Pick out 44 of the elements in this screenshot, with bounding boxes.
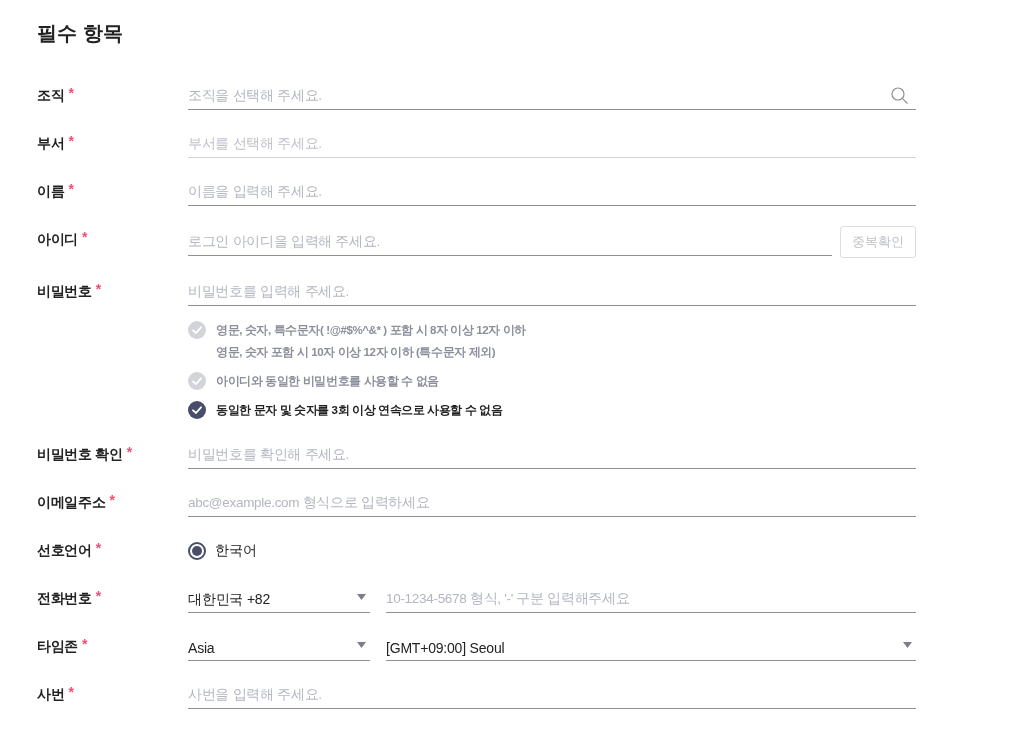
field-label: 조직 — [37, 87, 65, 105]
rule-text: 영문, 숫자 포함 시 10자 이상 12자 이하 (특수문자 제외) — [216, 345, 496, 360]
field-label: 비밀번호 — [37, 283, 92, 301]
field-label: 아이디 — [37, 231, 79, 249]
required-mark: * — [126, 444, 133, 460]
field-label: 사번 — [37, 686, 65, 704]
input-field[interactable]: 비밀번호를 입력해 주세요. — [188, 278, 916, 306]
required-mark: * — [68, 684, 74, 700]
required-mark: * — [68, 85, 74, 101]
input-field[interactable]: 이름을 입력해 주세요. — [188, 178, 916, 206]
required-mark: * — [95, 281, 102, 297]
required-mark: * — [109, 492, 115, 508]
input-field[interactable]: 사번을 입력해 주세요. — [188, 681, 916, 709]
dropdown[interactable]: Asia — [188, 633, 370, 661]
input-field[interactable]: 로그인 아이디을 입력해 주세요. — [188, 228, 832, 256]
caret-icon — [357, 642, 366, 648]
rule-text: 아이디와 동일한 비밀번호를 사용할 수 없음 — [216, 374, 439, 389]
radio-label[interactable]: 한국어 — [215, 542, 257, 560]
rule-text: 영문, 숫자, 특수문자( !@#$%^&* ) 포함 시 8자 이상 12자 이하 — [216, 323, 526, 338]
radio-button[interactable] — [188, 542, 206, 560]
field-label: 부서 — [37, 135, 65, 153]
search-field[interactable]: 조직을 선택해 주세요. — [188, 82, 916, 110]
field-label: 비밀번호 확인 — [37, 446, 123, 464]
caret-icon — [903, 642, 912, 648]
required-mark: * — [68, 181, 74, 197]
section-title: 필수 항목 — [37, 21, 123, 46]
field-label: 전화번호 — [37, 590, 92, 608]
field-label: 타임존 — [37, 638, 79, 656]
required-mark: * — [68, 133, 74, 149]
field-label: 선호언어 — [37, 542, 92, 560]
required-mark: * — [95, 540, 102, 556]
search-icon — [891, 87, 908, 104]
input-field[interactable]: 비밀번호를 확인해 주세요. — [188, 441, 916, 469]
field-label: 이름 — [37, 183, 65, 201]
input-field[interactable]: abc@example.com 형식으로 입력하세요 — [188, 489, 916, 517]
required-mark: * — [95, 588, 102, 604]
required-mark: * — [82, 636, 88, 652]
input-field[interactable]: 10-1234-5678 형식, '-' 구분 입력해주세요 — [386, 585, 916, 613]
dropdown[interactable]: [GMT+09:00] Seoul — [386, 633, 916, 661]
rule-text: 동일한 문자 및 숫자를 3회 이상 연속으로 사용할 수 없음 — [216, 403, 503, 418]
required-mark: * — [82, 229, 88, 245]
field-label: 이메일주소 — [37, 494, 106, 512]
caret-icon — [357, 594, 366, 600]
dropdown[interactable]: 대한민국 +82 — [188, 585, 370, 613]
